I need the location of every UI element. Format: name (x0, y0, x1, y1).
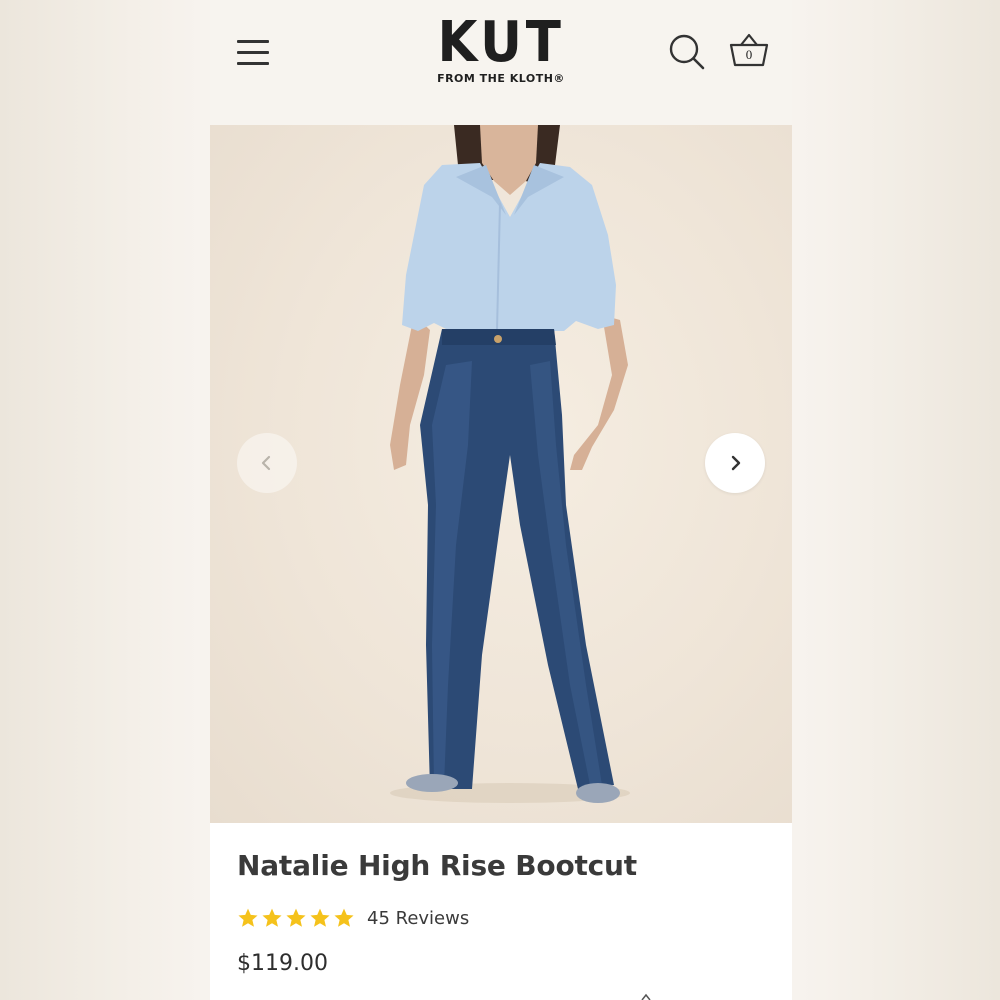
mobile-page: KUT FROM THE KLOTH® 0 Natalie High Rise … (210, 0, 792, 1000)
logo-wordmark: KUT (437, 10, 565, 75)
star-icon (286, 908, 306, 927)
site-header: KUT FROM THE KLOTH® 0 (210, 0, 792, 125)
product-image[interactable] (210, 125, 792, 823)
brand-logo[interactable]: KUT FROM THE KLOTH® (431, 14, 571, 94)
star-icon (334, 908, 354, 927)
star-icon (310, 908, 330, 927)
model-photo (390, 125, 630, 803)
search-button[interactable] (668, 33, 706, 71)
menu-button[interactable] (234, 36, 274, 70)
product-price: $119.00 (237, 951, 328, 976)
hamburger-menu-icon (237, 40, 269, 43)
cart-count-badge: 0 (745, 47, 753, 62)
product-info: Natalie High Rise Bootcut 45 Reviews $11… (210, 823, 792, 1000)
hamburger-menu-icon (237, 51, 269, 54)
star-rating (237, 907, 357, 929)
cart-button[interactable]: 0 (728, 30, 770, 72)
search-icon (669, 34, 705, 70)
previous-image-button[interactable] (237, 433, 297, 493)
star-icon (262, 908, 282, 927)
chevron-up-icon (641, 993, 651, 1000)
product-rating[interactable]: 45 Reviews (237, 904, 469, 932)
next-image-button[interactable] (705, 433, 765, 493)
reviews-link[interactable]: 45 Reviews (367, 908, 469, 929)
chevron-right-icon (731, 455, 741, 471)
star-icon (238, 908, 258, 927)
product-title: Natalie High Rise Bootcut (237, 849, 637, 882)
chevron-left-icon (261, 455, 271, 471)
hamburger-menu-icon (237, 62, 269, 65)
